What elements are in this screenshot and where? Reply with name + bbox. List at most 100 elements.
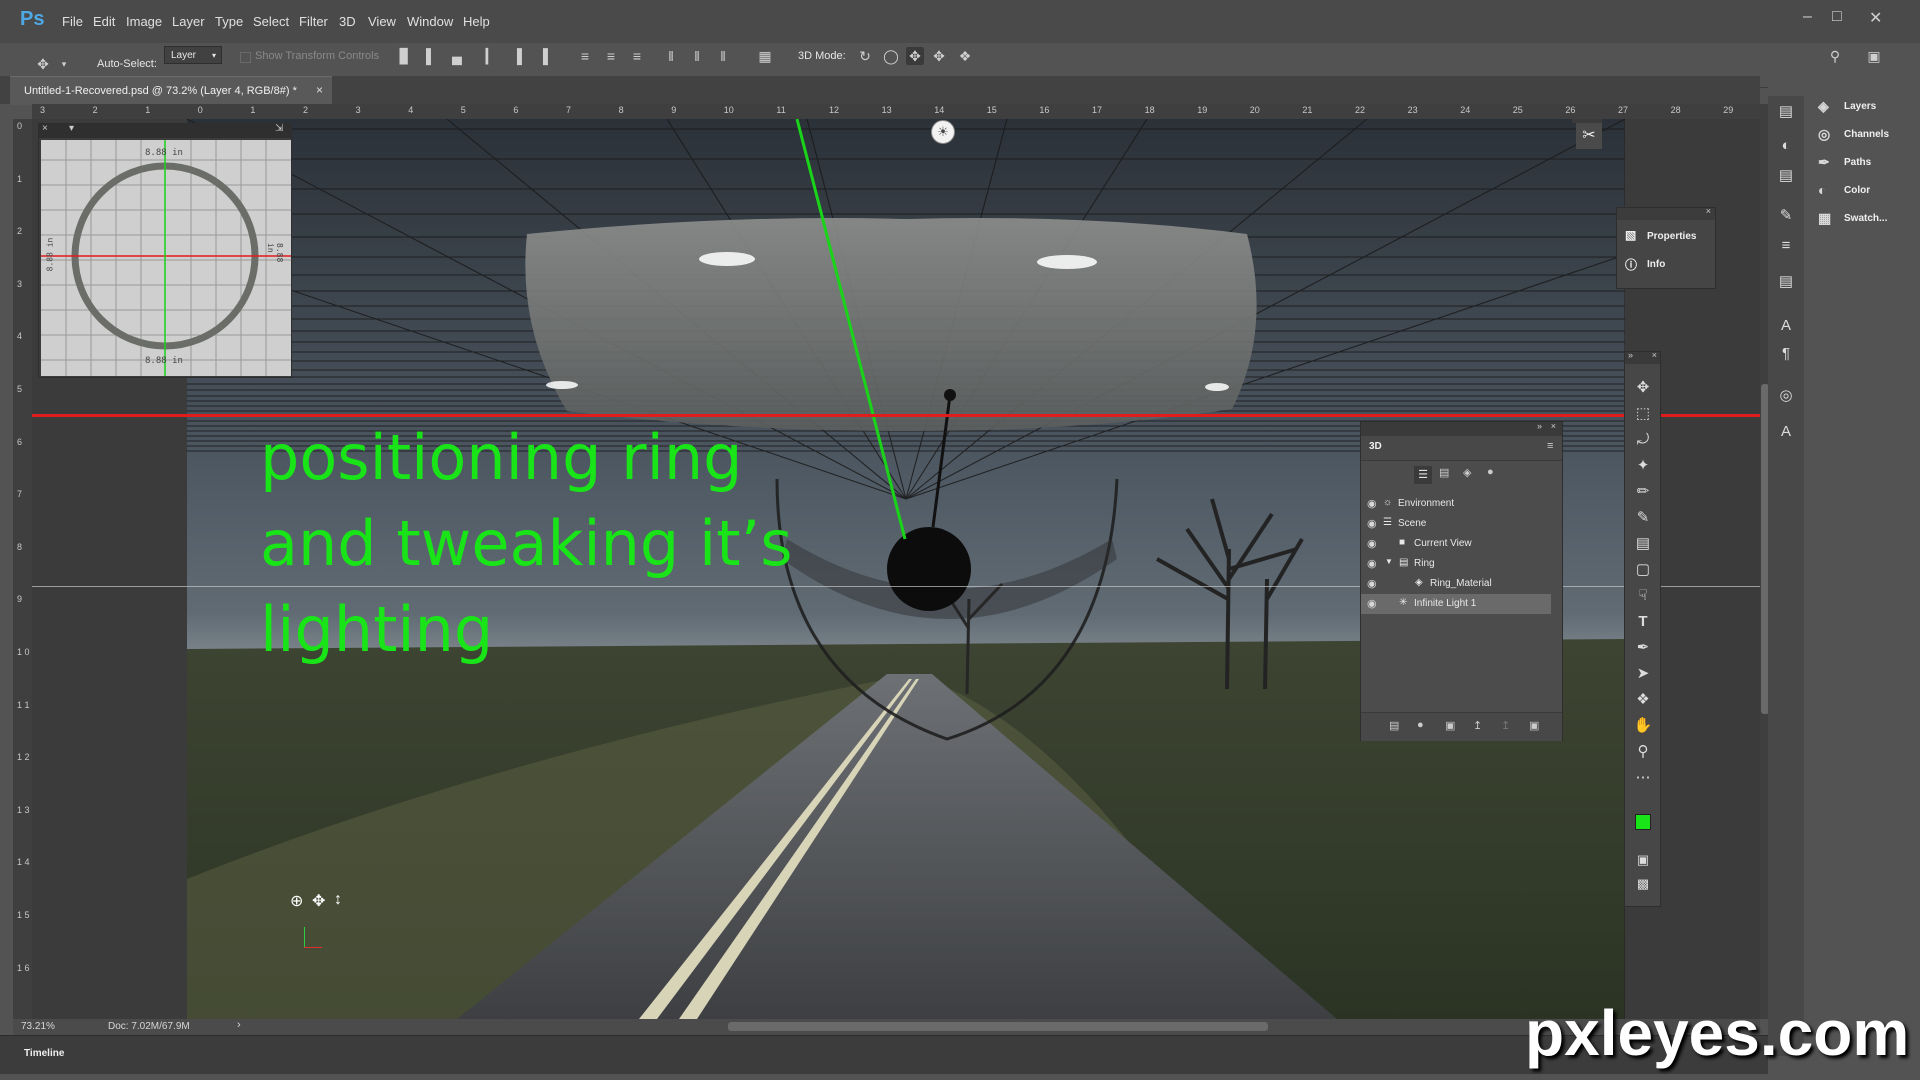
3d-panel-tab[interactable]: 3D xyxy=(1369,441,1382,452)
menu-layer[interactable]: Layer xyxy=(172,14,205,29)
zoom-tool-icon[interactable]: ⚲ xyxy=(1633,742,1653,762)
align-right-icon[interactable]: ▐ xyxy=(534,47,552,65)
3d-axis-widget[interactable]: ⊕ ✥ ↕ xyxy=(290,891,360,951)
menu-image[interactable]: Image xyxy=(126,14,162,29)
3d-object-tool-icon[interactable]: ❖ xyxy=(1633,690,1653,710)
canvas-area[interactable]: ☀ positioning ring and tweaking it’s lig… xyxy=(32,119,1760,1019)
dock-swatches[interactable]: ▦ Swatch... xyxy=(1810,208,1910,230)
info-item[interactable]: ⓘ Info xyxy=(1625,256,1715,276)
align-vcenter-icon[interactable]: ▌ xyxy=(422,47,440,65)
render-icon[interactable]: ▤ xyxy=(1389,719,1399,732)
close-icon[interactable]: × xyxy=(1652,350,1657,360)
workspace-switcher-icon[interactable]: ▣ xyxy=(1865,47,1883,65)
eyedropper-tool-icon[interactable]: ✏ xyxy=(1633,482,1653,502)
hand-tool-icon[interactable]: ✋ xyxy=(1633,716,1653,736)
collapse-icon[interactable]: » xyxy=(1537,421,1542,431)
distribute-right-icon[interactable]: ‖ xyxy=(714,47,732,65)
collapse-icon[interactable]: » xyxy=(1628,350,1633,360)
dock-color[interactable]: ◐ Color xyxy=(1810,180,1910,202)
styles-icon[interactable]: ▤ xyxy=(1776,166,1796,186)
auto-select-target-select[interactable]: Layer ▾ xyxy=(164,46,222,64)
path-select-tool-icon[interactable]: ➤ xyxy=(1633,664,1653,684)
materials-icon[interactable]: ◈ xyxy=(1463,466,1471,479)
pan-icon[interactable]: ✥ xyxy=(312,891,325,911)
screen-mode-icon[interactable]: ▩ xyxy=(1633,874,1653,894)
show-transform-checkbox[interactable] xyxy=(240,52,251,63)
distribute-top-icon[interactable]: ≡ xyxy=(576,47,594,65)
move-tool-icon[interactable]: ✥ xyxy=(34,55,52,73)
history-icon[interactable]: ▤ xyxy=(1776,102,1796,122)
menu-edit[interactable]: Edit xyxy=(93,14,115,29)
pen-tool-icon[interactable]: ✒ xyxy=(1633,638,1653,658)
close-icon[interactable]: × xyxy=(316,83,323,97)
eraser-tool-icon[interactable]: ▢ xyxy=(1633,560,1653,580)
3d-orbit-icon[interactable]: ↻ xyxy=(856,47,874,65)
properties-item[interactable]: ▧ Properties xyxy=(1625,228,1715,248)
swap-view-icon[interactable]: ⇲ xyxy=(275,123,283,134)
stamp-tool-icon[interactable]: ▤ xyxy=(1633,534,1653,554)
brush-presets-icon[interactable]: ✎ xyxy=(1776,206,1796,226)
lights-icon[interactable]: ● xyxy=(1487,466,1494,478)
visibility-eye-icon[interactable]: ◉ xyxy=(1367,597,1377,610)
align-left-icon[interactable]: ▎ xyxy=(482,47,500,65)
visibility-eye-icon[interactable]: ◉ xyxy=(1367,557,1377,570)
dock-paths[interactable]: ✒ Paths xyxy=(1810,152,1910,174)
visibility-eye-icon[interactable]: ◉ xyxy=(1367,497,1377,510)
menu-window[interactable]: Window xyxy=(407,14,453,29)
glyphs-icon[interactable]: A xyxy=(1776,422,1796,442)
close-icon[interactable]: ✕ xyxy=(1869,8,1882,28)
status-menu-icon[interactable]: › xyxy=(237,1019,241,1031)
tree-row-scene[interactable]: ◉ ☰ Scene xyxy=(1361,514,1551,534)
chevron-down-icon[interactable]: ▼ xyxy=(1385,557,1393,566)
light-widget-icon[interactable]: ☀ xyxy=(931,120,955,144)
align-bottom-icon[interactable]: ▄ xyxy=(448,47,466,65)
menu-3d[interactable]: 3D xyxy=(339,14,356,29)
orbit-icon[interactable]: ⊕ xyxy=(290,891,303,911)
lasso-tool-icon[interactable]: ⤾ xyxy=(1633,430,1653,450)
color-wheel-icon[interactable]: ◐ xyxy=(1776,136,1796,156)
horizontal-scrollbar[interactable] xyxy=(728,1022,1268,1031)
menu-help[interactable]: Help xyxy=(463,14,490,29)
more-tools-icon[interactable]: ⋯ xyxy=(1633,768,1653,788)
type-tool-icon[interactable]: T xyxy=(1633,612,1653,632)
constraints-icon[interactable]: ▣ xyxy=(1445,719,1455,732)
tool-preset-dropdown-icon[interactable]: ▾ xyxy=(55,55,73,73)
timeline-tab[interactable]: Timeline xyxy=(24,1048,64,1059)
view-menu-icon[interactable]: ▾ xyxy=(69,123,74,134)
tree-row-infinite-light-selected[interactable]: ◉ ✳ Infinite Light 1 xyxy=(1361,594,1551,614)
dock-channels[interactable]: ◎ Channels xyxy=(1810,124,1910,146)
panel-menu-icon[interactable]: ≡ xyxy=(1547,440,1553,452)
menu-type[interactable]: Type xyxy=(215,14,243,29)
ground-icon[interactable]: ↥ xyxy=(1473,719,1482,732)
foreground-color-swatch[interactable] xyxy=(1635,814,1651,830)
distribute-left-icon[interactable]: ‖ xyxy=(662,47,680,65)
merge-icon[interactable]: ↥ xyxy=(1501,719,1510,732)
ruler-horizontal[interactable]: 3 2 1 0 1 2 3 4 5 6 7 8 9 10 11 12 13 14 15 16 17 18 19 20 21 22 2… xyxy=(32,104,1760,120)
3d-slide-icon[interactable]: ✥ xyxy=(930,47,948,65)
auto-align-icon[interactable]: ▦ xyxy=(756,47,774,65)
tree-row-ring-material[interactable]: ◉ ◈ Ring_Material xyxy=(1361,574,1551,594)
meshes-icon[interactable]: ▤ xyxy=(1439,466,1449,479)
visibility-eye-icon[interactable]: ◉ xyxy=(1367,577,1377,590)
brush-tool-icon[interactable]: ✎ xyxy=(1633,508,1653,528)
close-icon[interactable]: × xyxy=(1706,206,1711,216)
3d-roll-icon[interactable]: ◯ xyxy=(882,47,900,65)
menu-file[interactable]: File xyxy=(62,14,83,29)
minimize-icon[interactable]: – xyxy=(1803,8,1812,26)
ruler-vertical[interactable]: 0 1 2 3 4 5 6 7 8 9 1 0 1 1 1 2 1 3 1 4 1 5 1 6 xyxy=(13,119,33,1019)
scale-icon[interactable]: ↕ xyxy=(334,891,342,909)
close-icon[interactable]: × xyxy=(42,123,48,134)
tree-row-current-view[interactable]: ◉ ■ Current View xyxy=(1361,534,1551,554)
tree-row-environment[interactable]: ◉ ☼ Environment xyxy=(1361,494,1551,514)
distribute-bottom-icon[interactable]: ≡ xyxy=(628,47,646,65)
character-icon[interactable]: A xyxy=(1776,316,1796,336)
search-icon[interactable]: ⚲ xyxy=(1826,47,1844,65)
document-tab[interactable]: Untitled-1-Recovered.psd @ 73.2% (Layer … xyxy=(10,76,332,105)
ring-preview[interactable]: 8.88 in 8.88 in 8.88 in 8.88 in xyxy=(41,140,291,376)
zoom-level[interactable]: 73.21% xyxy=(21,1021,55,1032)
3d-scale-icon[interactable]: ❖ xyxy=(956,47,974,65)
adjustments-icon[interactable]: ≡ xyxy=(1776,236,1796,256)
tree-row-ring[interactable]: ◉ ▼ ▤ Ring xyxy=(1361,554,1551,574)
paragraph-icon[interactable]: ¶ xyxy=(1776,344,1796,364)
3d-pan-icon[interactable]: ✥ xyxy=(906,47,924,65)
